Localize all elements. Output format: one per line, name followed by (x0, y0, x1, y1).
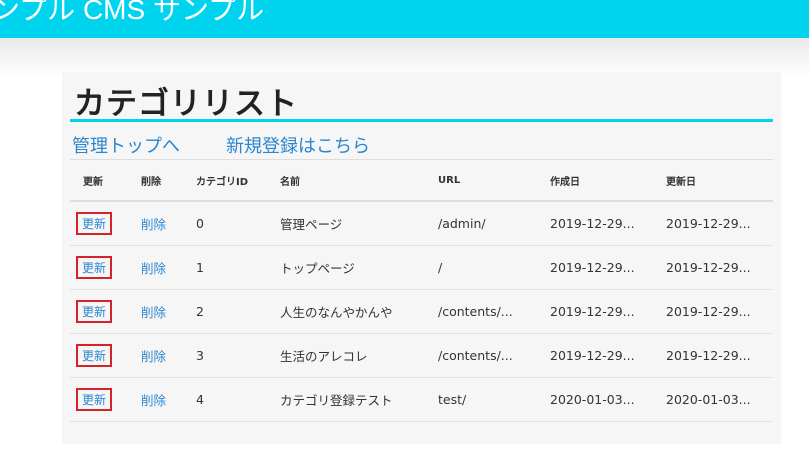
category-table: 更新 削除 カテゴリID 名前 URL 作成日 更新日 更新 削除 0 管理ペー… (70, 160, 773, 422)
new-registration-link[interactable]: 新規登録はこちら (226, 132, 370, 158)
category-url: /admin/ (438, 201, 550, 246)
delete-link[interactable]: 削除 (141, 393, 166, 408)
category-id: 3 (196, 333, 280, 378)
created-date: 2019-12-29... (550, 289, 666, 334)
updated-date: 2019-12-29... (666, 333, 773, 378)
created-date: 2019-12-29... (550, 333, 666, 378)
category-id: 2 (196, 289, 280, 334)
table-row: 更新 削除 3 生活のアレコレ /contents/... 2019-12-29… (70, 333, 773, 378)
col-header-created: 作成日 (550, 160, 666, 202)
table-row: 更新 削除 1 トップページ / 2019-12-29... 2019-12-2… (70, 245, 773, 290)
category-name: 管理ページ (280, 201, 438, 246)
col-header-update: 更新 (70, 160, 140, 202)
page-title: カテゴリリスト (74, 86, 298, 122)
category-id: 4 (196, 377, 280, 422)
category-name: 生活のアレコレ (280, 333, 438, 378)
category-url: /contents/... (438, 289, 550, 334)
table-row: 更新 削除 0 管理ページ /admin/ 2019-12-29... 2019… (70, 201, 773, 246)
category-url: / (438, 245, 550, 290)
updated-date: 2019-12-29... (666, 245, 773, 290)
category-name: カテゴリ登録テスト (280, 377, 438, 422)
created-date: 2020-01-03... (550, 377, 666, 422)
updated-date: 2019-12-29... (666, 201, 773, 246)
category-url: test/ (438, 377, 550, 422)
table-header-row: 更新 削除 カテゴリID 名前 URL 作成日 更新日 (70, 160, 773, 202)
admin-top-link[interactable]: 管理トップへ (72, 132, 180, 158)
update-button[interactable]: 更新 (76, 388, 113, 411)
category-id: 0 (196, 201, 280, 246)
update-button[interactable]: 更新 (76, 300, 113, 323)
table-row: 更新 削除 2 人生のなんやかんや /contents/... 2019-12-… (70, 289, 773, 334)
category-url: /contents/... (438, 333, 550, 378)
delete-link[interactable]: 削除 (141, 305, 166, 320)
category-id: 1 (196, 245, 280, 290)
col-header-url: URL (438, 160, 550, 202)
category-name: トップページ (280, 245, 438, 290)
updated-date: 2019-12-29... (666, 289, 773, 334)
col-header-name: 名前 (280, 160, 438, 202)
update-button[interactable]: 更新 (76, 256, 113, 279)
updated-date: 2020-01-03... (666, 377, 773, 422)
delete-link[interactable]: 削除 (141, 261, 166, 276)
category-name: 人生のなんやかんや (280, 289, 438, 334)
col-header-category-id: カテゴリID (196, 160, 280, 202)
title-divider (70, 119, 773, 122)
update-button[interactable]: 更新 (76, 344, 113, 367)
header-bar: ンプル CMS サンプル (0, 0, 809, 38)
delete-link[interactable]: 削除 (141, 349, 166, 364)
created-date: 2019-12-29... (550, 245, 666, 290)
created-date: 2019-12-29... (550, 201, 666, 246)
delete-link[interactable]: 削除 (141, 217, 166, 232)
col-header-delete: 削除 (140, 160, 196, 202)
site-title[interactable]: ンプル CMS サンプル (0, 0, 264, 28)
update-button[interactable]: 更新 (76, 212, 113, 235)
table-row: 更新 削除 4 カテゴリ登録テスト test/ 2020-01-03... 20… (70, 377, 773, 422)
col-header-updated: 更新日 (666, 160, 773, 202)
